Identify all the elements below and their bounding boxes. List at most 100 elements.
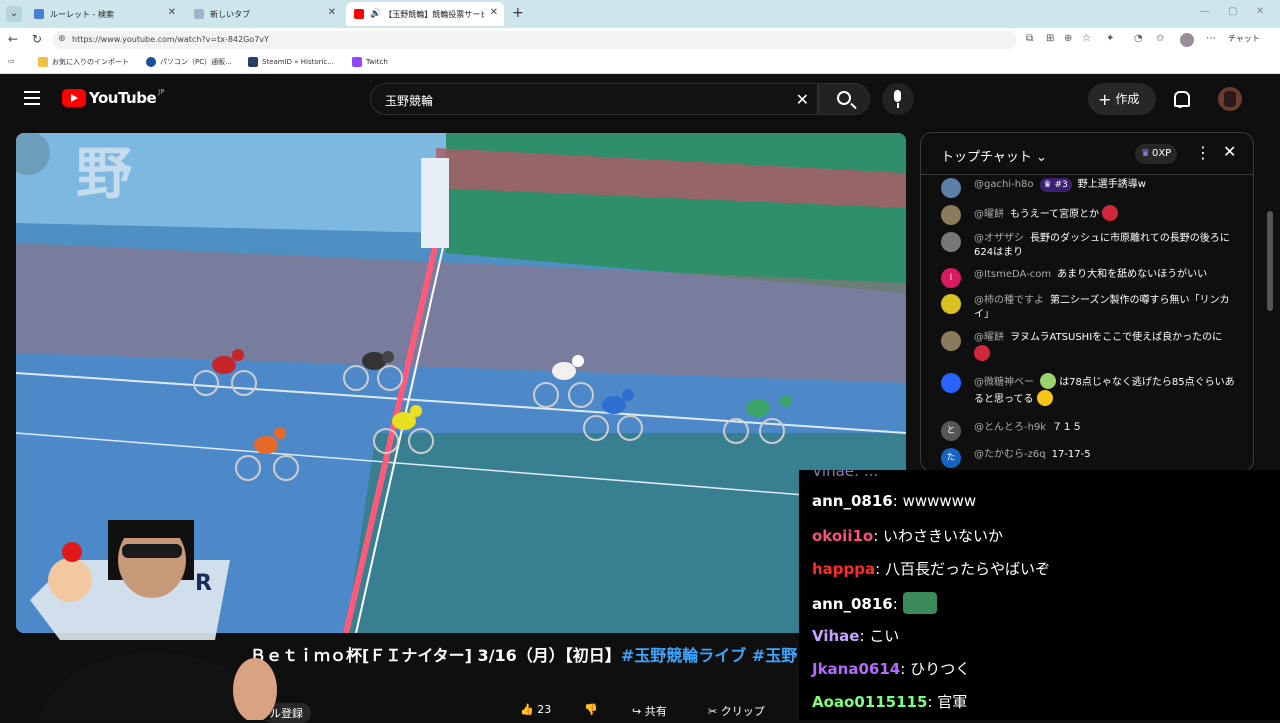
favorite-star-icon[interactable]: ☆ (1082, 33, 1091, 44)
bookmark-steamid[interactable]: SteamID » Historic... (248, 57, 334, 67)
rank-text: #3 (1054, 180, 1068, 190)
speaker-icon[interactable]: 🔊 (370, 9, 381, 19)
avatar[interactable] (941, 178, 961, 198)
close-tab-icon[interactable]: ✕ (490, 7, 498, 18)
avatar[interactable] (941, 331, 961, 351)
chat-message: @オザザシ 長野のダッシュに市原離れての長野の後ろに624はまり (941, 232, 1241, 260)
chat-author[interactable]: @ItsmeDA-com (974, 269, 1051, 280)
tab-label: 【玉野競輪】競輪投票サービスB (384, 9, 484, 19)
url-field[interactable]: ⊕ https://www.youtube.com/watch?v=tx-842… (52, 31, 1017, 49)
chat-message: I @ItsmeDA-com あまり大和を舐めないほうがいい (941, 268, 1241, 288)
avatar[interactable] (941, 205, 961, 225)
notifications-bell-icon[interactable] (1172, 91, 1190, 108)
chat-author[interactable]: @柿の種ですよ (974, 295, 1044, 306)
create-button[interactable]: + 作成 (1088, 83, 1156, 115)
dislike-button[interactable]: 👎 (584, 703, 598, 723)
video-hashtags[interactable]: #玉野競輪ライブ #玉野 (621, 646, 797, 665)
chat-text: 野上選手誘導w (1077, 179, 1146, 190)
emoji-icon (1102, 205, 1119, 221)
chat-author[interactable]: @曜餅 (974, 332, 1004, 343)
chat-author[interactable]: @とんとろ-h9k (974, 422, 1046, 433)
search-favicon-icon (34, 9, 44, 19)
bookmark-import[interactable]: お気に入りのインポート (38, 57, 129, 67)
chat-author[interactable]: @オザザシ (974, 233, 1024, 244)
youtube-logo[interactable]: YouTube JP (62, 88, 164, 107)
app-icon[interactable]: ⊞ (1046, 33, 1054, 44)
xp-badge[interactable]: ♛ 0XP (1135, 144, 1178, 164)
avatar[interactable]: た (941, 448, 961, 468)
maximize-icon[interactable]: ▢ (1228, 6, 1237, 17)
reload-icon[interactable]: ↻ (32, 32, 42, 46)
chat-mode-dropdown[interactable]: トップチャット ⌄ (941, 146, 1047, 165)
crown-icon: ♛ (1141, 148, 1150, 159)
avatar[interactable] (941, 232, 961, 252)
stream-chat-overlay: Vihae: ... ann_0816: wwwwww okoii1o: いわさ… (799, 470, 1280, 720)
account-avatar[interactable] (1218, 87, 1242, 111)
avatar[interactable]: I (941, 268, 961, 288)
site-info-icon[interactable]: ⊕ (58, 34, 66, 44)
tab-new-tab[interactable]: 新しいタブ ✕ (186, 2, 342, 26)
overlay-user: Jkana0614 (812, 660, 901, 678)
chat-close-icon[interactable]: ✕ (1223, 142, 1236, 161)
youtube-play-icon (62, 89, 86, 107)
search-input[interactable]: 玉野競輪 ✕ (370, 83, 818, 115)
new-tab-plus-icon[interactable]: + (512, 5, 524, 21)
steamid-icon (248, 57, 258, 67)
avatar[interactable]: と (941, 421, 961, 441)
logo-text: YouTube (89, 89, 157, 107)
bookmark-label: パソコン（PC）通販... (160, 58, 232, 66)
overlay-chat-line: ann_0816: (812, 592, 937, 614)
chat-more-icon[interactable]: ⋮ (1195, 143, 1211, 162)
emoji-icon (974, 345, 990, 361)
like-button[interactable]: 👍 23 (520, 703, 551, 723)
bookmark-label: Twitch (366, 58, 388, 66)
clear-search-icon[interactable]: ✕ (796, 90, 809, 109)
tab-youtube-active[interactable]: 🔊 【玉野競輪】競輪投票サービスB ✕ (346, 2, 504, 26)
favorites-icon[interactable]: ✩ (1156, 33, 1164, 44)
chat-author[interactable]: @曜餅 (974, 209, 1004, 220)
share-button[interactable]: ↪ 共有 (632, 703, 667, 723)
bookmark-label: SteamID » Historic... (262, 58, 335, 66)
page-scrollbar[interactable] (1267, 211, 1273, 311)
extensions-icon[interactable]: ✦ (1106, 33, 1114, 44)
chat-author[interactable]: @gachi-h8o (974, 179, 1034, 190)
clip-button[interactable]: ✂ クリップ (708, 703, 765, 723)
more-menu-icon[interactable]: ⋯ (1206, 33, 1216, 44)
tab-roulette-search[interactable]: ルーレット - 検索 ✕ (26, 2, 182, 26)
overlay-user: ann_0816 (812, 595, 893, 613)
profile-avatar[interactable] (1180, 33, 1194, 47)
new-tab-favicon-icon (194, 9, 204, 19)
plus-icon: + (1098, 90, 1112, 109)
minimize-icon[interactable]: — (1200, 6, 1210, 17)
folder-icon (38, 57, 48, 67)
avatar[interactable] (941, 373, 961, 393)
chat-author[interactable]: @たかむら-z6q (974, 449, 1046, 460)
overlay-text: こい (869, 627, 900, 645)
overlay-chat-line: okoii1o: いわさきいないか (812, 527, 1004, 545)
chat-author[interactable]: @微糖神ベー (974, 377, 1034, 388)
performance-icon[interactable]: ◔ (1134, 33, 1143, 44)
translate-icon[interactable]: ⧉ (1026, 33, 1033, 44)
close-tab-icon[interactable]: ✕ (328, 7, 336, 18)
avatar[interactable] (941, 294, 961, 314)
thumbs-down-icon: 👎 (584, 703, 598, 716)
chat-message: @曜餅 ヲヌムラATSUSHIをここで使えば良かったのに (941, 331, 1241, 362)
bookmarks-bar: ▭ お気に入りのインポート パソコン（PC）通販... SteamID » Hi… (0, 52, 1280, 74)
browser-tab-bar: ⌄ ルーレット - 検索 ✕ 新しいタブ ✕ 🔊 【玉野競輪】競輪投票サービスB… (0, 0, 1280, 28)
chat-text: 17-17-5 (1051, 449, 1091, 460)
bookmark-sidebar-icon[interactable]: ▭ (8, 57, 15, 65)
search-button[interactable] (818, 83, 870, 115)
close-tab-icon[interactable]: ✕ (168, 7, 176, 18)
bookmark-twitch[interactable]: Twitch (352, 57, 388, 67)
close-window-icon[interactable]: ✕ (1256, 6, 1264, 17)
overlay-user: happpa (812, 560, 876, 578)
tab-menu-chevron-icon[interactable]: ⌄ (6, 6, 22, 22)
zoom-icon[interactable]: ⊕ (1064, 33, 1072, 44)
back-arrow-icon[interactable]: ← (8, 32, 18, 46)
bookmark-pc[interactable]: パソコン（PC）通販... (146, 57, 232, 67)
webcam-frame: R (30, 520, 277, 720)
copilot-chat-button[interactable]: チャット (1228, 33, 1260, 44)
overlay-user: okoii1o (812, 527, 874, 545)
menu-hamburger-icon[interactable] (24, 91, 40, 105)
voice-search-mic-icon[interactable] (882, 83, 914, 115)
